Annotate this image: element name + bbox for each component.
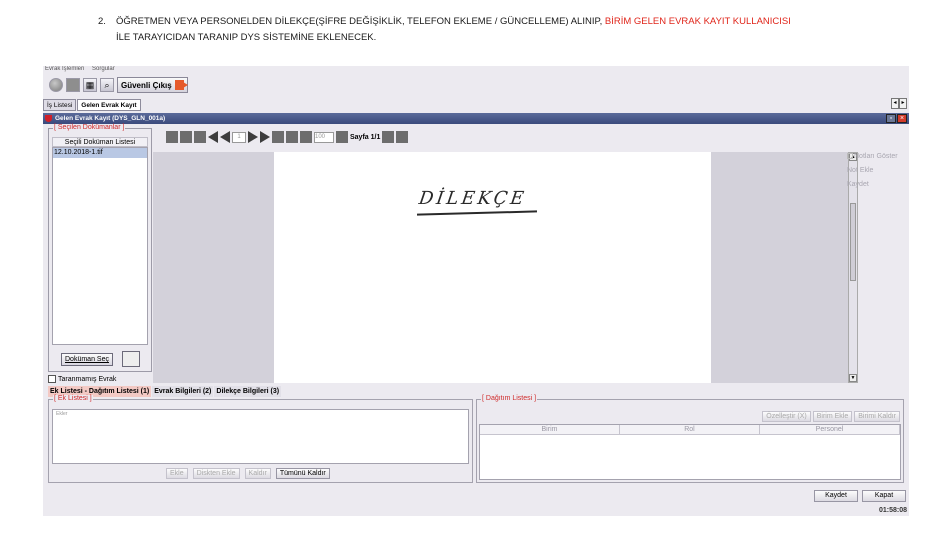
dys-app-window: Evrak İşlemleri Sorgular ▦ ⌕ Güvenli Çık… [43, 66, 909, 516]
next-page-icon[interactable] [248, 131, 258, 143]
select-doc-label: Doküman Seç [65, 356, 109, 363]
tumunu-kaldir-button[interactable]: Tümünü Kaldır [275, 468, 330, 479]
main-toolbar: ▦ ⌕ Güvenli Çıkış [49, 76, 188, 94]
checkbox-icon [847, 153, 853, 160]
instruction-text: 2. ÖĞRETMEN VEYA PERSONELDEN DİLEKÇE(ŞİFR… [98, 14, 918, 46]
exit-icon [174, 80, 188, 90]
close-icon[interactable]: × [897, 114, 907, 123]
chevron-right-icon[interactable]: ▸ [899, 98, 907, 109]
fit-icon[interactable] [286, 131, 298, 143]
print-icon[interactable] [166, 131, 178, 143]
birim-ekle-button[interactable]: Birim Ekle [812, 411, 853, 422]
dagitim-table-header: Birim Rol Personel [480, 425, 900, 435]
select-doc-button[interactable]: Doküman Seç [61, 353, 113, 366]
ozellestir-button[interactable]: Özelleştir (X) [762, 411, 811, 422]
instruction-number: 2. [98, 16, 106, 27]
page-label: Sayfa 1/1 [350, 133, 381, 141]
home-icon[interactable] [49, 78, 63, 92]
logout-label: Güvenli Çıkış [121, 80, 172, 90]
top-tabs: İş Listesi Gelen Evrak Kayıt [43, 99, 141, 112]
col-birim[interactable]: Birim [480, 425, 620, 434]
document-page: DİLEKÇE [274, 152, 711, 383]
instruction-line2: İLE TARAYICIDAN TARANIP DYS SİSTEMİNE EK… [116, 32, 377, 43]
kaydet-button[interactable]: Kaydet [814, 490, 858, 502]
kaldir-button[interactable]: Kaldır [244, 468, 271, 479]
save-note-button[interactable]: Kaydet [847, 180, 907, 189]
settings-icon[interactable] [300, 131, 312, 143]
clock: 01:58:08 [878, 507, 907, 514]
menubar: Evrak İşlemleri Sorgular [43, 66, 909, 74]
app-logo-icon [45, 115, 52, 122]
document-viewer: DİLEKÇE ▲ ▼ [153, 152, 858, 383]
selected-docs-legend: [ Seçilen Dokümanlar ] [53, 124, 126, 131]
selected-docs-header: Seçili Doküman Listesi [52, 137, 148, 147]
show-notes-checkbox[interactable]: Notları Göster [847, 152, 907, 161]
viewer-toolbar: 1 100 Sayfa 1/1 [166, 129, 409, 145]
selected-docs-list: 12.10.2018-1.tif [52, 147, 148, 345]
scroll-thumb[interactable] [850, 203, 856, 281]
window-controls: ▫ × [886, 114, 907, 123]
scanner-icon[interactable] [122, 351, 140, 367]
dag-legend: [ Dağıtım Listesi ] [481, 395, 538, 402]
dag-buttons: Özelleştir (X) Birim Ekle Birimi Kaldır [762, 411, 900, 422]
window-title-text: Gelen Evrak Kayıt (DYS_GLN_001a) [55, 115, 166, 122]
last-page-icon[interactable] [260, 131, 270, 143]
instruction-black: ÖĞRETMEN VEYA PERSONELDEN DİLEKÇE(ŞİFRE … [116, 16, 605, 27]
printer-icon[interactable] [336, 131, 348, 143]
ekle-button[interactable]: Ekle [166, 468, 188, 479]
notes-panel: Notları Göster Not Ekle Kaydet [847, 152, 907, 194]
stop-icon[interactable] [66, 78, 80, 92]
handwriting-underline [416, 210, 538, 216]
tab-gelen-evrak[interactable]: Gelen Evrak Kayıt [77, 99, 141, 111]
col-personel[interactable]: Personel [760, 425, 900, 434]
unscanned-checkbox[interactable] [48, 375, 56, 383]
rotate-icon[interactable] [272, 131, 284, 143]
zoom-input[interactable]: 100 [314, 131, 334, 143]
copy-icon[interactable] [194, 131, 206, 143]
ek-tree: Ekler [52, 409, 469, 464]
dagitim-table: Birim Rol Personel [479, 424, 901, 480]
ek-listesi-panel: [ Ek Listesi ] Ekler Ekle Diskten Ekle K… [48, 395, 473, 483]
menu-evrak[interactable]: Evrak İşlemleri [45, 66, 84, 72]
kapat-button[interactable]: Kapat [862, 490, 906, 502]
unscanned-label: Taranmamış Evrak [58, 375, 117, 383]
search-icon[interactable]: ⌕ [100, 78, 114, 92]
list-item[interactable]: 12.10.2018-1.tif [53, 148, 147, 158]
edit-icon[interactable] [382, 131, 395, 143]
palette-icon[interactable]: ▦ [83, 78, 97, 92]
tab-dilekce-bilgileri[interactable]: Dilekçe Bilgileri (3) [214, 386, 282, 397]
tab-evrak-bilgileri[interactable]: Evrak Bilgileri (2) [152, 386, 214, 397]
ek-legend: [ Ek Listesi ] [53, 395, 93, 402]
show-notes-label: Notları Göster [854, 153, 898, 160]
add-note-button[interactable]: Not Ekle [847, 166, 907, 175]
scroll-down-icon[interactable]: ▼ [849, 374, 857, 382]
tab-nav: ◂ ▸ [891, 98, 907, 109]
prev-page-icon[interactable] [220, 131, 230, 143]
page-input[interactable]: 1 [232, 131, 246, 143]
ek-buttons: Ekle Diskten Ekle Kaldır Tümünü Kaldır [166, 468, 330, 479]
menu-sorgular[interactable]: Sorgular [92, 66, 115, 72]
unscanned-row: Taranmamış Evrak [48, 375, 116, 383]
ek-root-node[interactable]: Ekler [53, 410, 468, 418]
window-title: Gelen Evrak Kayıt (DYS_GLN_001a) [43, 113, 909, 124]
user-icon[interactable] [396, 131, 409, 143]
tab-is-listesi[interactable]: İş Listesi [43, 99, 77, 111]
dagitim-listesi-panel: [ Dağıtım Listesi ] Özelleştir (X) Birim… [476, 395, 904, 483]
logout-button[interactable]: Güvenli Çıkış [117, 77, 188, 93]
birimi-kaldir-button[interactable]: Birimi Kaldır [854, 411, 900, 422]
save-icon[interactable] [180, 131, 192, 143]
footer-buttons: Kaydet Kapat [814, 490, 906, 502]
chevron-left-icon[interactable]: ◂ [891, 98, 899, 109]
first-page-icon[interactable] [208, 131, 218, 143]
selected-docs-panel: [ Seçilen Dokümanlar ] Seçili Doküman Li… [48, 124, 152, 372]
diskten-ekle-button[interactable]: Diskten Ekle [192, 468, 240, 479]
restore-icon[interactable]: ▫ [886, 114, 896, 123]
col-rol[interactable]: Rol [620, 425, 760, 434]
handwritten-text: DİLEKÇE [417, 188, 528, 209]
instruction-red: BİRİM GELEN EVRAK KAYIT KULLANICISI [604, 16, 791, 27]
